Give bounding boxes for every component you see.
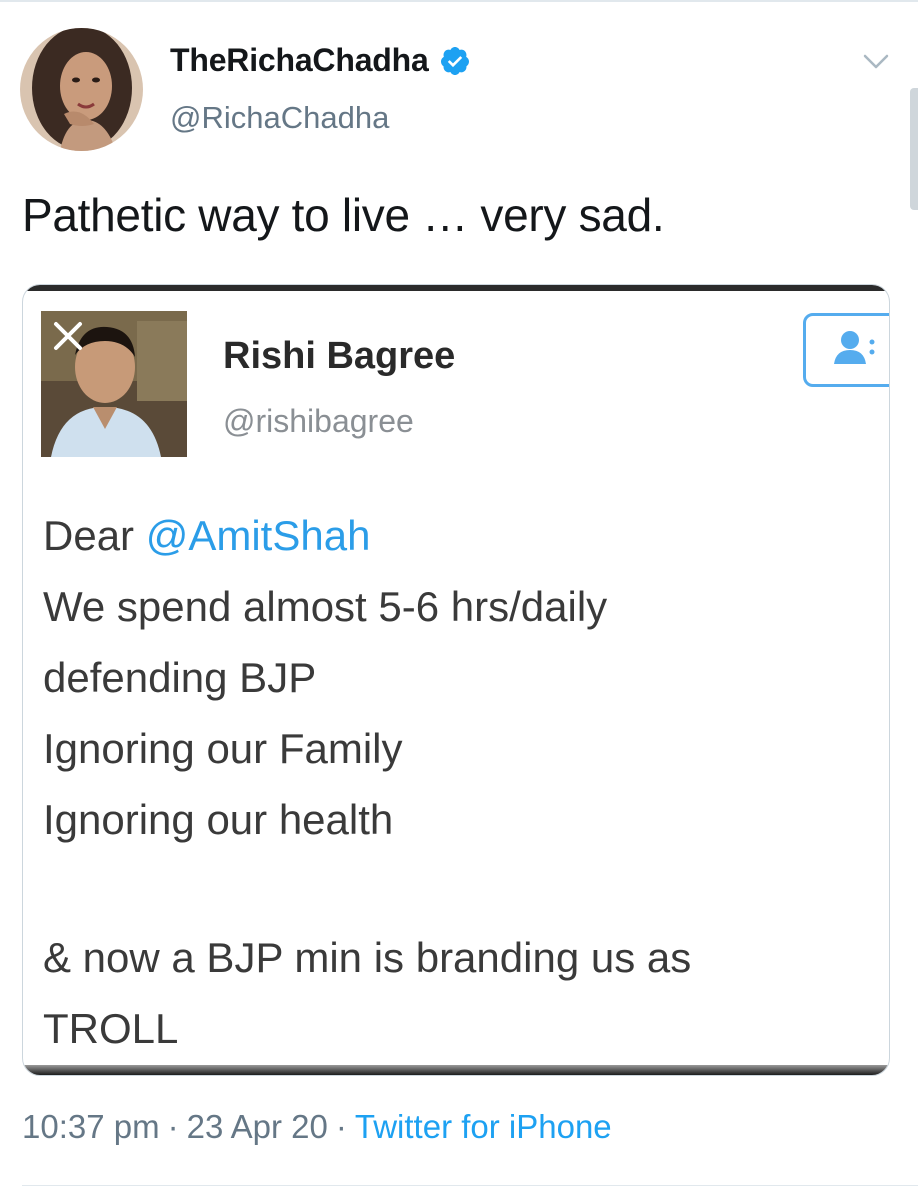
tweet-menu-button[interactable] (862, 50, 890, 78)
tweet-meta: 10:37 pm · 23 Apr 20 · Twitter for iPhon… (22, 1108, 612, 1146)
embedded-follow-button (803, 313, 889, 387)
embedded-line: & now a BJP min is branding us as (43, 934, 692, 981)
author-avatar[interactable] (20, 28, 143, 151)
embedded-line: We spend almost 5-6 hrs/daily (43, 583, 608, 630)
follow-user-icon (830, 328, 876, 373)
author-name-row: TheRichaChadha (170, 42, 471, 79)
embedded-blank-line (43, 855, 883, 922)
embedded-mention: @AmitShah (145, 512, 371, 559)
author-display-name[interactable]: TheRichaChadha (170, 42, 429, 79)
tweet-time: 10:37 pm (22, 1108, 160, 1145)
embedded-line: Ignoring our Family (43, 725, 403, 772)
embedded-greeting: Dear (43, 512, 146, 559)
embedded-line: TROLL (43, 1005, 179, 1052)
tweet-date[interactable]: 23 Apr 20 (187, 1108, 328, 1146)
tweet-text: Pathetic way to live … very sad. (22, 189, 665, 241)
author-handle[interactable]: @RichaChadha (170, 100, 389, 136)
tweet-media-image[interactable]: Rishi Bagree @rishibagree Dear @AmitShah… (22, 284, 890, 1076)
verified-badge-icon (439, 45, 471, 77)
close-icon[interactable] (51, 319, 85, 353)
embedded-display-name: Rishi Bagree (223, 335, 456, 377)
meta-separator: · (335, 1108, 347, 1145)
bottom-divider (22, 1185, 918, 1186)
embedded-handle: @rishibagree (223, 403, 414, 439)
chevron-down-icon (863, 54, 889, 75)
tweet-source-link[interactable]: Twitter for iPhone (355, 1108, 612, 1146)
embedded-line: defending BJP (43, 654, 317, 701)
top-divider (0, 0, 918, 2)
scrollbar[interactable] (910, 88, 918, 210)
embedded-line-greeting: Dear @AmitShah (43, 500, 883, 571)
image-bottom-edge (23, 1065, 889, 1075)
embedded-line: Ignoring our health (43, 796, 394, 843)
image-top-edge (23, 285, 889, 291)
embedded-tweet-body: Dear @AmitShah We spend almost 5-6 hrs/d… (43, 500, 883, 1064)
meta-separator: · (167, 1108, 179, 1145)
